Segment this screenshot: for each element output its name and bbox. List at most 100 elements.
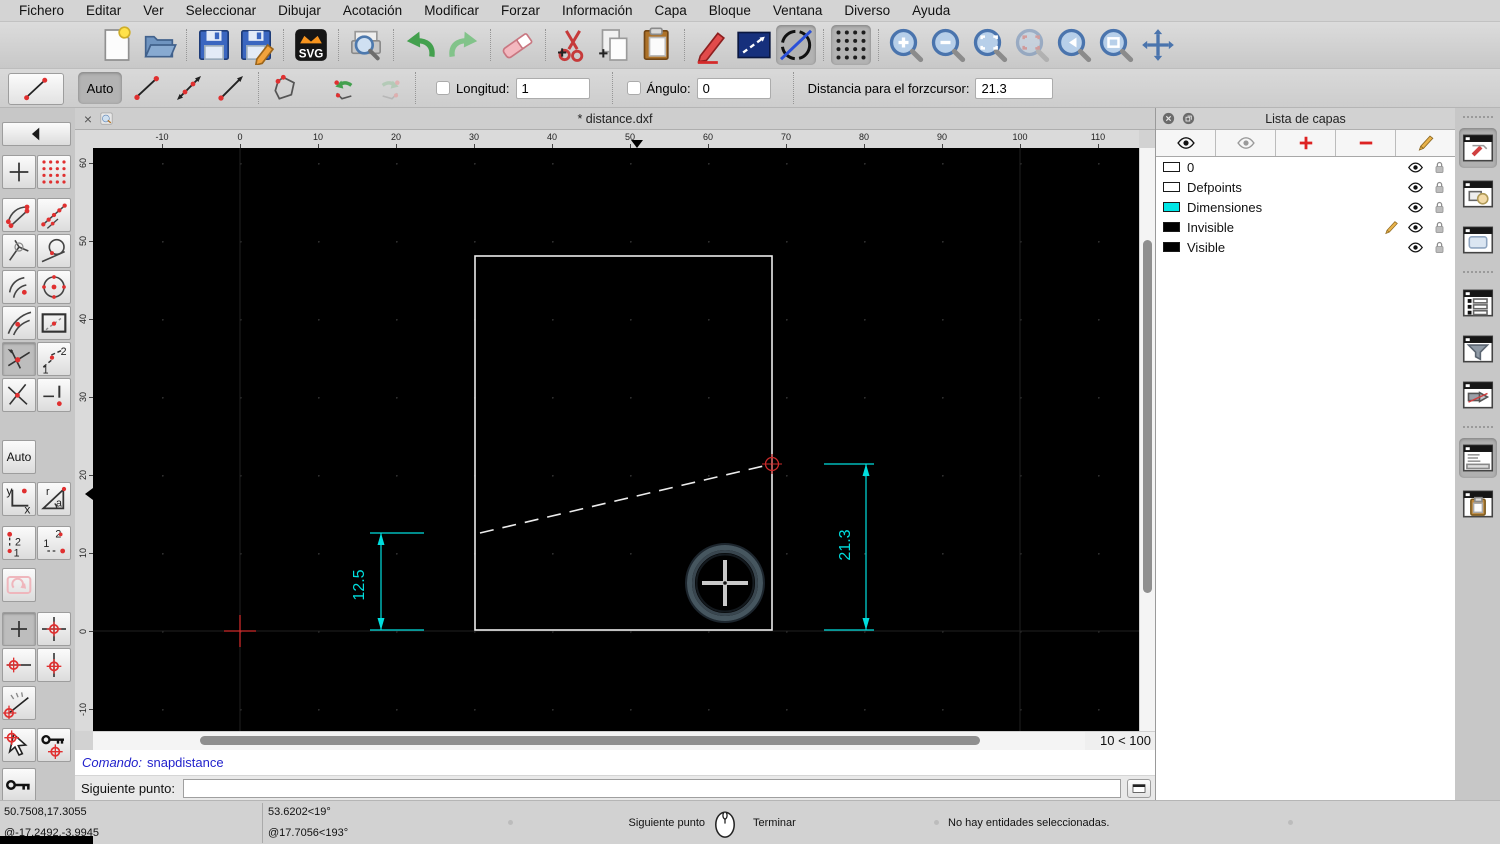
construction-toggle-icon[interactable]	[776, 25, 816, 65]
new-document-icon[interactable]	[97, 25, 137, 65]
restrict-vertical-icon[interactable]	[37, 648, 71, 682]
layer-visibility-eye-icon[interactable]	[1407, 199, 1424, 216]
angulo-checkbox[interactable]	[626, 81, 641, 95]
library-browser-dock-icon[interactable]	[1459, 220, 1497, 260]
command-line-dock-icon[interactable]	[1458, 438, 1497, 478]
tool-options-dock-icon[interactable]	[1459, 375, 1497, 415]
menu-modificar[interactable]: Modificar	[413, 3, 490, 18]
redo-icon[interactable]	[443, 25, 483, 65]
reference-snap-icon[interactable]	[37, 306, 71, 340]
intersection-snap-icon[interactable]	[2, 342, 36, 376]
entity-list-dock-icon[interactable]	[1459, 283, 1497, 323]
vertical-scrollbar-thumb[interactable]	[1143, 240, 1152, 593]
auto-snap-button[interactable]: Auto	[78, 72, 122, 104]
zoom-previous-icon[interactable]	[1054, 25, 1094, 65]
relative-point-icon[interactable]: 21	[2, 526, 36, 560]
panel-close-icon[interactable]	[1161, 111, 1176, 126]
save-icon[interactable]	[194, 25, 234, 65]
layer-row[interactable]: Invisible	[1156, 217, 1455, 237]
center-snap-icon[interactable]	[2, 270, 36, 304]
command-window-toggle-button[interactable]	[1127, 778, 1151, 798]
remove-layer-icon[interactable]	[1336, 130, 1396, 156]
zoom-in-icon[interactable]	[886, 25, 926, 65]
layer-visibility-eye-icon[interactable]	[1407, 219, 1424, 236]
layer-row[interactable]: Defpoints	[1156, 177, 1455, 197]
paste-icon[interactable]	[637, 25, 677, 65]
add-layer-icon[interactable]	[1276, 130, 1336, 156]
layer-lock-icon[interactable]	[1431, 159, 1448, 176]
endpoint-snap-icon[interactable]	[2, 198, 36, 232]
restrict-horizontal-icon[interactable]	[2, 648, 36, 682]
lock-relative-zero-icon[interactable]	[37, 728, 71, 762]
layer-row[interactable]: Dimensiones	[1156, 197, 1455, 217]
delete-eraser-icon[interactable]	[498, 25, 538, 65]
middle-snap-icon[interactable]	[2, 306, 36, 340]
segment-redo-icon[interactable]	[369, 72, 407, 104]
longitud-checkbox[interactable]	[436, 81, 450, 95]
copy-icon[interactable]	[595, 25, 635, 65]
open-document-icon[interactable]	[139, 25, 179, 65]
menu-editar[interactable]: Editar	[75, 3, 132, 18]
layer-visibility-eye-icon[interactable]	[1407, 179, 1424, 196]
menu-seleccionar[interactable]: Seleccionar	[175, 3, 268, 18]
layer-visibility-eye-icon[interactable]	[1407, 239, 1424, 256]
relative-point-2-icon[interactable]: 12	[37, 526, 71, 560]
relative-zero-icon[interactable]	[2, 768, 36, 800]
panel-float-icon[interactable]	[1181, 111, 1196, 126]
menu-forzar[interactable]: Forzar	[490, 3, 551, 18]
layer-row[interactable]: Visible	[1156, 237, 1455, 257]
longitud-input[interactable]	[515, 77, 590, 99]
zoom-window-icon[interactable]	[1096, 25, 1136, 65]
on-entity-snap-icon[interactable]	[37, 198, 71, 232]
menu-fichero[interactable]: Fichero	[8, 3, 75, 18]
segment-undo-icon[interactable]	[327, 72, 365, 104]
line-two-arrows-icon[interactable]	[170, 72, 208, 104]
grid-snap-icon[interactable]	[37, 155, 71, 189]
tab-close-icon[interactable]: ×	[81, 111, 95, 127]
restrict-disabled-icon[interactable]	[2, 568, 36, 602]
vertical-scrollbar[interactable]	[1139, 148, 1155, 731]
layer-list-dock-icon[interactable]	[1458, 128, 1497, 168]
attributes-pencil-icon[interactable]	[692, 25, 732, 65]
line-arrow-icon[interactable]	[212, 72, 250, 104]
layer-lock-icon[interactable]	[1431, 199, 1448, 216]
menu-acotacion[interactable]: Acotación	[332, 3, 413, 18]
zoom-select-icon[interactable]	[1012, 25, 1052, 65]
menu-ayuda[interactable]: Ayuda	[901, 3, 961, 18]
horizontal-scrollbar[interactable]	[93, 731, 1085, 750]
back-icon[interactable]	[2, 122, 71, 146]
undo-icon[interactable]	[401, 25, 441, 65]
clipboard-dock-icon[interactable]	[1459, 484, 1497, 524]
tangent-snap-icon[interactable]	[37, 234, 71, 268]
layer-visibility-eye-icon[interactable]	[1407, 159, 1424, 176]
perpendicular-snap-icon[interactable]	[2, 234, 36, 268]
snap-selection-icon[interactable]	[2, 728, 36, 762]
layer-row[interactable]: 0	[1156, 157, 1455, 177]
intersection-manual-icon[interactable]: 12	[37, 342, 71, 376]
save-as-icon[interactable]	[236, 25, 276, 65]
filter-dock-icon[interactable]	[1459, 329, 1497, 369]
nearest-snap-icon[interactable]	[37, 378, 71, 412]
eye-gray-icon[interactable]	[1216, 130, 1276, 156]
zoom-pan-icon[interactable]	[1138, 25, 1178, 65]
eye-open-icon[interactable]	[1156, 130, 1216, 156]
cartesian-coords-icon[interactable]: yx	[2, 482, 36, 516]
layer-lock-icon[interactable]	[1431, 179, 1448, 196]
menu-diverso[interactable]: Diverso	[833, 3, 901, 18]
svg-export-icon[interactable]: SVG	[291, 25, 331, 65]
zoom-auto-icon[interactable]	[970, 25, 1010, 65]
horizontal-scrollbar-thumb[interactable]	[200, 736, 980, 745]
line-segment-icon[interactable]	[128, 72, 166, 104]
crossing-snap-icon[interactable]	[2, 378, 36, 412]
restrict-orthogonal-icon[interactable]	[37, 612, 71, 646]
command-input[interactable]	[182, 778, 1121, 798]
angle-gauge-icon[interactable]	[2, 686, 36, 720]
snap-auto-button[interactable]: Auto	[2, 440, 36, 474]
drawing-canvas[interactable]: 12.5 21.3	[93, 148, 1139, 731]
menu-ver[interactable]: Ver	[132, 3, 174, 18]
circle-center-snap-icon[interactable]	[37, 270, 71, 304]
menu-dibujar[interactable]: Dibujar	[267, 3, 332, 18]
menu-bloque[interactable]: Bloque	[698, 3, 762, 18]
properties-box-icon[interactable]	[734, 25, 774, 65]
menu-informacion[interactable]: Información	[551, 3, 644, 18]
